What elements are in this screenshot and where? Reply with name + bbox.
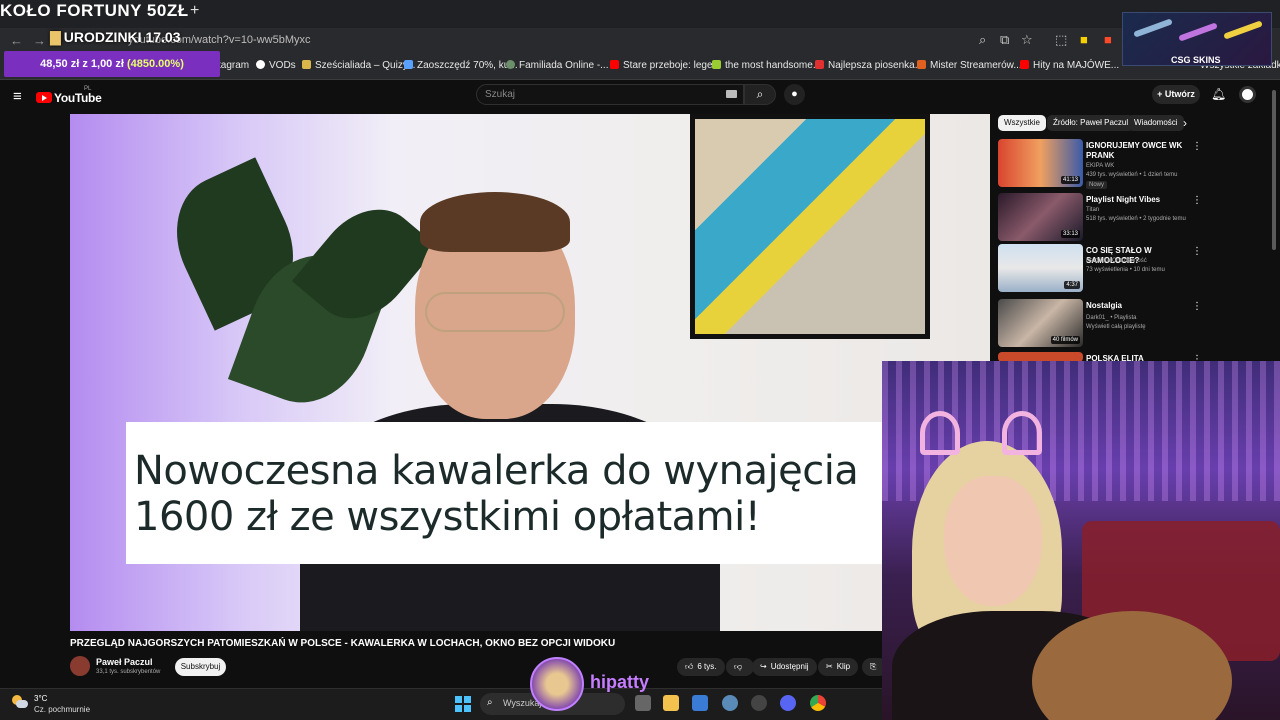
painting bbox=[690, 114, 930, 339]
menu-icon[interactable]: ≡ bbox=[13, 88, 22, 105]
region-code: PL bbox=[84, 86, 92, 92]
settings-icon[interactable] bbox=[722, 695, 738, 711]
bookmark-item[interactable]: Hity na MAJÓWE... bbox=[1020, 60, 1119, 71]
channel-name[interactable]: Paweł Paczul bbox=[96, 657, 153, 667]
list-item[interactable]: 4:37 CO SIĘ STAŁO W SAMOLOCIE? Katolicka… bbox=[998, 244, 1263, 294]
share-icon: ↪ bbox=[760, 662, 767, 671]
more-icon[interactable]: ⋮ bbox=[1192, 195, 1202, 206]
sponsor-name: CSG SKINS bbox=[1171, 55, 1221, 65]
chip-news[interactable]: Wiadomości bbox=[1128, 115, 1184, 131]
windows-start-icon[interactable] bbox=[455, 696, 471, 712]
donation-goal: 48,50 zł z 1,00 zł (4850.00%) bbox=[4, 51, 220, 77]
chrome-icon[interactable] bbox=[810, 695, 826, 711]
avatar[interactable] bbox=[1239, 86, 1256, 103]
video-player[interactable]: Nowoczesna kawalerka do wynajęcia 1600 zł… bbox=[70, 114, 990, 631]
streamer-name: hipatty bbox=[590, 672, 650, 692]
search-button[interactable]: ⌕ bbox=[744, 84, 776, 105]
extension-icon[interactable]: ⬚ bbox=[1055, 32, 1067, 48]
like-button[interactable]: 👍︎ 6 tys. bbox=[677, 658, 725, 676]
app-icon[interactable] bbox=[751, 695, 767, 711]
presenter-hair bbox=[420, 192, 570, 252]
back-icon[interactable]: ← bbox=[10, 33, 23, 48]
bookmark-icon: ⎘ bbox=[870, 662, 877, 671]
voice-search-button[interactable]: ● bbox=[784, 84, 805, 105]
star-icon[interactable]: ☆ bbox=[1021, 32, 1033, 48]
chip-source[interactable]: Źródło: Paweł Paczul bbox=[1047, 115, 1135, 131]
extension-l-icon[interactable]: ■ bbox=[1080, 32, 1088, 47]
search-icon: ⌕ bbox=[487, 697, 493, 708]
weather-icon[interactable] bbox=[12, 695, 28, 709]
scissors-icon: ✂ bbox=[826, 662, 833, 671]
chip-all[interactable]: Wszystkie bbox=[998, 115, 1046, 131]
streamer-avatar bbox=[530, 657, 584, 711]
thumbnail[interactable]: 40 filmów bbox=[998, 299, 1083, 347]
share-button[interactable]: ↪ Udostępnij bbox=[752, 658, 817, 676]
bookmark-item[interactable]: the most handsome... bbox=[712, 60, 821, 71]
thumbnail[interactable]: 4:37 bbox=[998, 244, 1083, 292]
list-item[interactable]: 40 filmów Nostalgia Dark01_ • Playlista … bbox=[998, 299, 1263, 349]
more-icon[interactable]: ⋮ bbox=[1192, 301, 1202, 312]
youtube-play-icon bbox=[36, 92, 52, 103]
forward-icon[interactable]: → bbox=[33, 33, 46, 48]
bell-icon[interactable]: 🔔︎ bbox=[1211, 87, 1226, 101]
list-item[interactable]: 41:13 IGNORUJEMY OWCE WK PRANK EKIPA WK … bbox=[998, 139, 1263, 189]
stream-title: KOŁO FORTUNY 50ZŁ bbox=[0, 1, 189, 20]
thumbs-up-icon: 👍︎ bbox=[685, 662, 694, 671]
bookmark-item[interactable]: Familiada Online -... bbox=[506, 60, 608, 71]
thumbnail[interactable]: 33:13 bbox=[998, 193, 1083, 241]
create-button[interactable]: + Utwórz bbox=[1152, 85, 1200, 104]
bookmark-item[interactable]: Zaoszczędź 70%, ku... bbox=[404, 60, 518, 71]
search-icon: ⌕ bbox=[756, 87, 764, 101]
video-caption: Nowoczesna kawalerka do wynajęcia 1600 zł… bbox=[126, 422, 990, 564]
more-icon[interactable]: ⋮ bbox=[1192, 246, 1202, 257]
store-icon[interactable] bbox=[692, 695, 708, 711]
new-tab-button[interactable]: + bbox=[190, 2, 199, 20]
dislike-button[interactable]: 👎︎ bbox=[726, 658, 755, 676]
video-title: PRZEGLĄD NAJGORSZYCH PATOMIESZKAŃ W POLS… bbox=[70, 638, 616, 649]
bookmark-item[interactable]: Mister Streamerów... bbox=[917, 60, 1022, 71]
channel-avatar[interactable] bbox=[70, 656, 90, 676]
extension-red-icon[interactable]: ■ bbox=[1104, 32, 1112, 47]
sponsor-banner: CSG SKINS bbox=[1122, 12, 1272, 66]
bookmark-item[interactable]: Sześcialiada – Quizy... bbox=[302, 60, 415, 71]
bookmark-item[interactable]: tagram bbox=[218, 60, 249, 71]
zoom-icon[interactable]: ⌕ bbox=[979, 32, 986, 48]
taskbar bbox=[0, 688, 882, 720]
file-explorer-icon[interactable] bbox=[663, 695, 679, 711]
birthday-banner: ▇ URODZINKI 17.03 bbox=[50, 29, 181, 45]
thumbs-down-icon: 👎︎ bbox=[734, 662, 743, 671]
youtube-logo[interactable]: YouTube bbox=[36, 89, 102, 105]
glasses bbox=[425, 292, 565, 332]
webcam-overlay bbox=[882, 361, 1280, 720]
weather-description[interactable]: Cz. pochmurnie bbox=[34, 705, 90, 714]
scrollbar[interactable] bbox=[1272, 90, 1276, 250]
bookmark-item[interactable]: Stare przeboje: lege... bbox=[610, 60, 721, 71]
search-input[interactable]: Szukaj bbox=[476, 84, 744, 105]
temperature[interactable]: 3°C bbox=[34, 694, 47, 703]
chevron-right-icon[interactable]: › bbox=[1183, 116, 1187, 130]
more-icon[interactable]: ⋮ bbox=[1192, 141, 1202, 152]
install-icon[interactable]: ⧉ bbox=[1000, 32, 1009, 48]
browser-tab-bar: KOŁO FORTUNY 50ZŁ + bbox=[0, 0, 1280, 28]
list-item[interactable]: 33:13 Playlist Night Vibes Titan 518 tys… bbox=[998, 193, 1263, 243]
bookmark-item[interactable]: Najlepsza piosenka... bbox=[815, 60, 923, 71]
discord-icon[interactable] bbox=[780, 695, 796, 711]
mic-icon: ● bbox=[791, 88, 798, 100]
cake-icon: ▇ bbox=[50, 29, 61, 45]
thumbnail[interactable]: 41:13 bbox=[998, 139, 1083, 187]
task-view-icon[interactable] bbox=[635, 695, 651, 711]
subscribe-button[interactable]: Subskrybuj bbox=[175, 658, 226, 676]
clip-button[interactable]: ✂ Klip bbox=[818, 658, 859, 676]
bookmark-item[interactable]: VODs bbox=[256, 60, 296, 71]
keyboard-icon[interactable] bbox=[726, 90, 737, 98]
subscriber-count: 33,1 tys. subskrybentów bbox=[96, 669, 161, 675]
